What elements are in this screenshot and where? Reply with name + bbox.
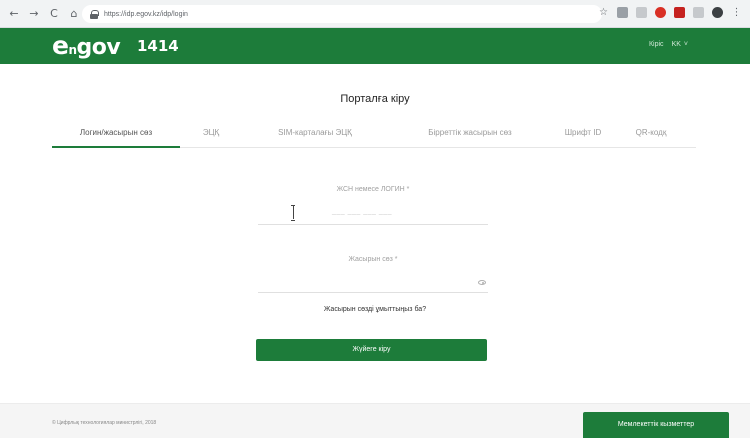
back-icon[interactable]: ← xyxy=(6,6,22,22)
password-field[interactable]: Жасырын сөз * xyxy=(258,256,488,296)
iin-field-label: ЖСН немесе ЛОГИН * xyxy=(336,186,410,193)
extension-icon[interactable] xyxy=(693,7,704,18)
password-underline xyxy=(258,292,488,293)
site-header: engov 1414 Кіріс KK ˅ xyxy=(0,28,750,64)
iin-underline xyxy=(258,224,488,225)
extension-icon[interactable] xyxy=(674,7,685,18)
extension-icon[interactable] xyxy=(655,7,666,18)
browser-menu-icon[interactable]: ⋮ xyxy=(731,7,742,18)
browser-toolbar: ← → C ⌂ https://idp.egov.kz/idp/login ☆ … xyxy=(0,0,750,28)
forward-icon[interactable]: → xyxy=(26,6,42,22)
extension-icon[interactable] xyxy=(636,7,647,18)
language-value: KK xyxy=(671,41,681,48)
address-bar[interactable]: https://idp.egov.kz/idp/login xyxy=(82,5,602,23)
tab-font-id[interactable]: Шрифт ID xyxy=(552,124,614,148)
tab-one-time-password[interactable]: Бірреттік жасырын сөз xyxy=(388,124,552,148)
logo-e: e xyxy=(52,31,69,60)
extension-icons: ☆ ⋮ xyxy=(598,7,742,18)
tab-qr-code[interactable]: QR-кодқ xyxy=(614,124,688,148)
bookmark-star-icon[interactable]: ☆ xyxy=(598,7,609,18)
public-services-button[interactable]: Мемлекеттік кызметтер xyxy=(583,412,729,438)
login-method-tabs: Логин/жасырын сөз ЭЦҚ SIM-карталағы ЭЦҚ … xyxy=(52,124,696,148)
show-password-eye-icon[interactable] xyxy=(478,280,486,285)
tab-eds[interactable]: ЭЦҚ xyxy=(180,124,242,148)
extension-icon[interactable] xyxy=(617,7,628,18)
profile-avatar-icon[interactable] xyxy=(712,7,723,18)
password-field-label: Жасырын сөз * xyxy=(348,256,398,263)
reload-icon[interactable]: C xyxy=(46,6,62,22)
tab-login-password[interactable]: Логин/жасырын сөз xyxy=(52,124,180,148)
logo-gov: gov xyxy=(76,35,121,60)
forgot-password-link[interactable]: Жасырын сөзді ұмыттыңыз ба? xyxy=(0,306,750,313)
copyright-text: © Цифрлық технологиялар министрлігі, 201… xyxy=(52,420,157,426)
hotline-number: 1414 xyxy=(137,37,179,55)
header-right: Кіріс KK ˅ xyxy=(649,41,688,48)
lock-icon xyxy=(90,9,99,19)
address-url[interactable]: https://idp.egov.kz/idp/login xyxy=(104,11,188,18)
chevron-down-icon: ˅ xyxy=(683,41,688,48)
header-link[interactable]: Кіріс xyxy=(649,41,664,48)
home-icon[interactable]: ⌂ xyxy=(66,6,82,22)
language-selector[interactable]: KK ˅ xyxy=(672,41,688,48)
login-button[interactable]: Жүйеге кіру xyxy=(256,339,487,361)
tab-sim-eds[interactable]: SIM-карталағы ЭЦҚ xyxy=(242,124,388,148)
iin-placeholder[interactable]: ___ ___ ___ ___ xyxy=(332,208,392,215)
text-cursor-icon xyxy=(291,205,295,221)
egov-logo[interactable]: engov xyxy=(52,31,121,64)
page-title: Порталға кіру xyxy=(340,93,410,105)
logo-sub: n xyxy=(68,43,77,57)
